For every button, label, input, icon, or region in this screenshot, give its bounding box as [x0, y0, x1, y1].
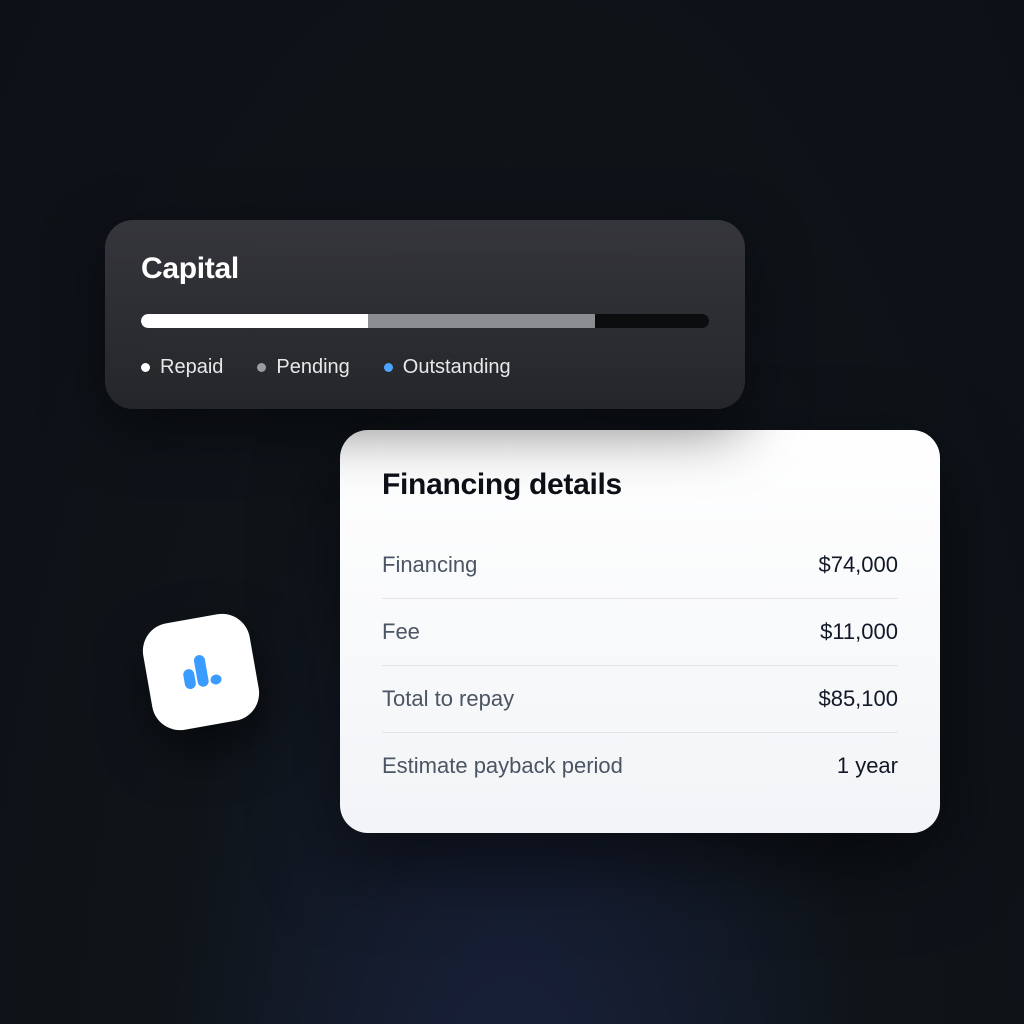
detail-row-fee: Fee $11,000	[382, 599, 898, 666]
capital-progress-bar	[141, 314, 709, 328]
detail-row-financing: Financing $74,000	[382, 532, 898, 599]
detail-value: $74,000	[818, 552, 898, 578]
detail-value: 1 year	[837, 753, 898, 779]
dot-icon	[141, 363, 150, 372]
legend-item-pending: Pending	[257, 356, 349, 379]
legend-item-repaid: Repaid	[141, 356, 223, 379]
legend-item-outstanding: Outstanding	[384, 356, 511, 379]
financing-details-title: Financing details	[382, 468, 898, 502]
detail-value: $85,100	[818, 686, 898, 712]
legend-label: Pending	[276, 356, 349, 379]
dot-icon	[257, 363, 266, 372]
detail-value: $11,000	[820, 619, 898, 645]
detail-row-total: Total to repay $85,100	[382, 666, 898, 733]
capital-card: Capital Repaid Pending Outstanding	[105, 220, 745, 409]
legend-label: Outstanding	[403, 356, 511, 379]
detail-label: Financing	[382, 552, 477, 578]
detail-label: Total to repay	[382, 686, 514, 712]
capital-title: Capital	[141, 252, 709, 286]
legend-label: Repaid	[160, 356, 223, 379]
app-icon-chip	[138, 609, 263, 734]
capital-legend: Repaid Pending Outstanding	[141, 356, 709, 379]
detail-label: Estimate payback period	[382, 753, 623, 779]
bar-chart-icon	[172, 643, 230, 701]
detail-label: Fee	[382, 619, 420, 645]
dot-icon	[384, 363, 393, 372]
detail-row-payback: Estimate payback period 1 year	[382, 733, 898, 799]
progress-segment-pending	[368, 314, 595, 328]
progress-segment-repaid	[141, 314, 368, 328]
financing-details-card: Financing details Financing $74,000 Fee …	[340, 430, 940, 833]
